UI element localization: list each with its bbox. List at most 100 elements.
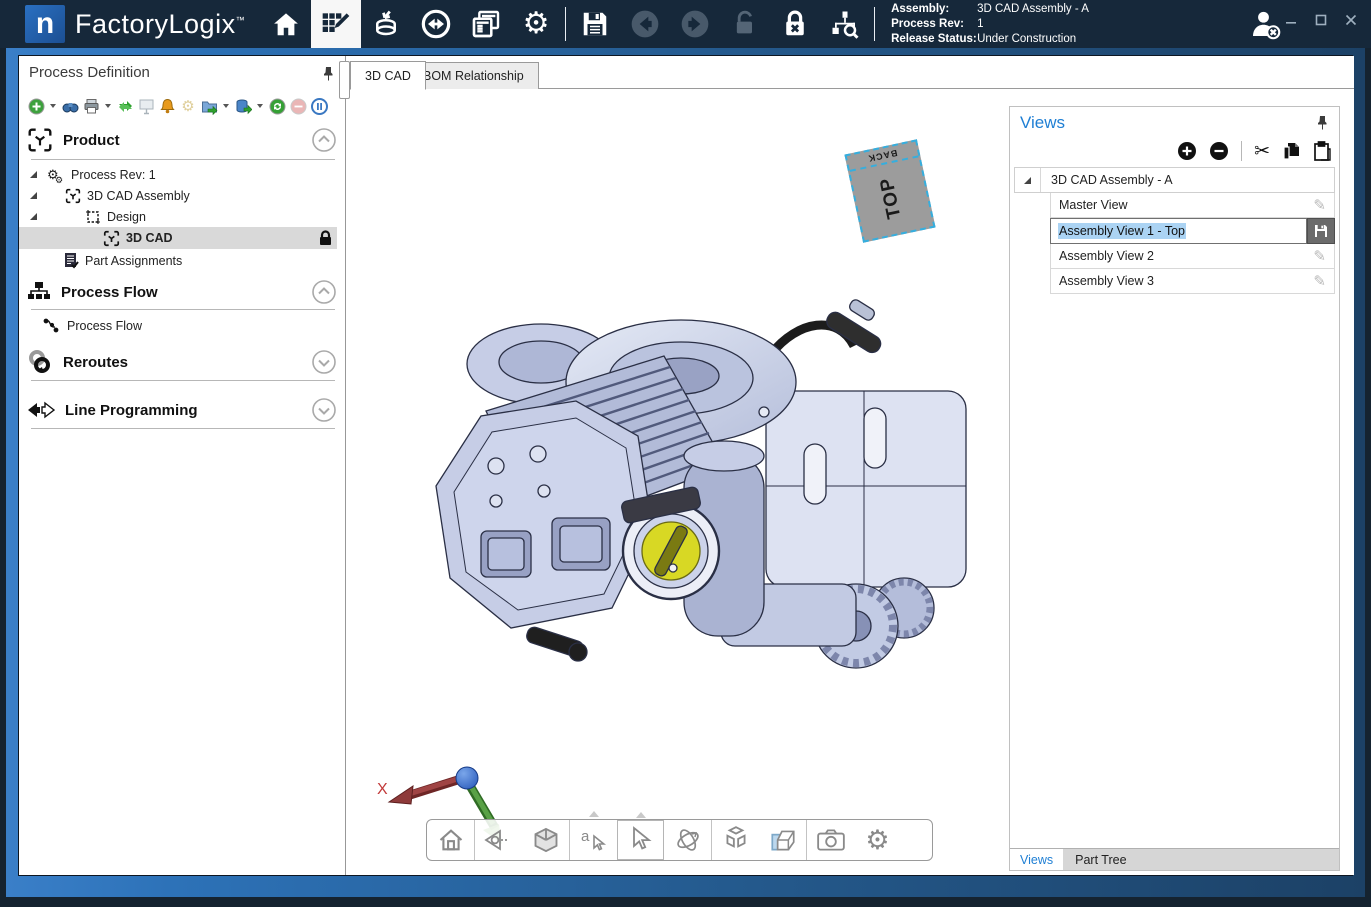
grid-pencil-icon xyxy=(320,8,352,40)
section-reroutes[interactable]: Reroutes xyxy=(27,346,337,378)
unlock-button[interactable] xyxy=(720,0,770,48)
add-button[interactable] xyxy=(27,97,45,115)
views-root-node[interactable]: 3D CAD Assembly - A xyxy=(1014,167,1335,193)
section-line-programming[interactable]: Line Programming xyxy=(27,394,337,426)
close-button[interactable] xyxy=(1345,14,1357,26)
pin-icon[interactable] xyxy=(322,66,335,81)
dropdown-caret-icon[interactable] xyxy=(50,104,56,108)
forward-button[interactable] xyxy=(670,0,720,48)
orientation-cube[interactable]: BACK TOP xyxy=(844,139,935,242)
remove-button[interactable] xyxy=(289,97,307,115)
edit-pencil-icon[interactable]: ✎ xyxy=(1313,196,1326,214)
notifications-button[interactable] xyxy=(158,97,176,115)
refresh-button[interactable] xyxy=(268,97,286,115)
expander-icon[interactable] xyxy=(29,170,39,179)
export-folder-button[interactable] xyxy=(200,97,218,115)
maximize-button[interactable] xyxy=(1315,14,1327,26)
orientation-top-face[interactable]: TOP xyxy=(850,157,933,238)
process-definition-button[interactable] xyxy=(311,0,361,48)
home-button[interactable] xyxy=(261,0,311,48)
lock-button[interactable] xyxy=(770,0,820,48)
divider xyxy=(31,159,335,160)
screenshot-button[interactable] xyxy=(807,820,854,860)
transfer-button[interactable] xyxy=(411,0,461,48)
documents-button[interactable] xyxy=(461,0,511,48)
pin-icon[interactable] xyxy=(1316,115,1329,130)
copy-button[interactable] xyxy=(1282,141,1301,161)
tree-item-process-rev[interactable]: ⚙⚙ Process Rev: 1 xyxy=(19,164,337,185)
cursor-arrow-icon xyxy=(628,826,654,854)
section-view-button[interactable] xyxy=(759,820,806,860)
back-button[interactable] xyxy=(620,0,670,48)
save-button[interactable] xyxy=(570,0,620,48)
collapse-up-button[interactable] xyxy=(311,127,337,153)
database-export-button[interactable] xyxy=(234,97,252,115)
presentation-button[interactable] xyxy=(137,97,155,115)
remove-view-button[interactable] xyxy=(1209,141,1229,161)
process-audit-button[interactable] xyxy=(820,0,870,48)
gear-pale-icon[interactable]: ⚙ xyxy=(179,97,197,115)
3d-model-engine[interactable] xyxy=(426,296,1006,716)
save-view-name-button[interactable] xyxy=(1307,218,1335,244)
label-select-button[interactable]: a xyxy=(570,820,617,860)
home-icon xyxy=(271,9,301,39)
tab-views[interactable]: Views xyxy=(1010,849,1063,870)
splitter-grip[interactable] xyxy=(339,61,350,99)
section-product[interactable]: Product xyxy=(27,124,337,156)
dropdown-caret-icon[interactable] xyxy=(223,104,229,108)
paste-button[interactable] xyxy=(1313,141,1331,161)
home-view-button[interactable] xyxy=(427,820,474,860)
cut-button[interactable]: ✂ xyxy=(1254,142,1270,161)
database-import-button[interactable] xyxy=(361,0,411,48)
view-mode-button[interactable] xyxy=(475,820,522,860)
expander-icon[interactable] xyxy=(29,212,39,221)
factorylogix-window: n FactoryLogix™ xyxy=(0,0,1371,907)
app-logo: n xyxy=(25,5,65,43)
expand-down-button[interactable] xyxy=(311,397,337,423)
settings-button[interactable]: ⚙ xyxy=(511,0,561,48)
tree-item-assembly[interactable]: 3D CAD Assembly xyxy=(19,185,337,206)
tree-item-design[interactable]: Design xyxy=(19,206,337,227)
tab-3d-cad[interactable]: 3D CAD xyxy=(350,61,426,90)
viewer-settings-button[interactable]: ⚙ xyxy=(854,820,901,860)
orbit-button[interactable] xyxy=(664,820,711,860)
view-label: Assembly View 3 xyxy=(1059,274,1154,288)
gear-icon: ⚙ xyxy=(523,9,550,39)
select-arrow-button[interactable] xyxy=(617,820,664,860)
dropdown-caret-icon[interactable] xyxy=(105,104,111,108)
expand-down-button[interactable] xyxy=(311,349,337,375)
exploded-view-button[interactable] xyxy=(712,820,759,860)
chain-links-icon xyxy=(27,349,53,375)
view-item-2[interactable]: Assembly View 2 ✎ xyxy=(1050,244,1335,269)
process-definition-panel: Process Definition ⚙ xyxy=(19,56,346,875)
tree-item-process-flow[interactable]: Process Flow xyxy=(19,315,337,337)
tab-part-tree[interactable]: Part Tree xyxy=(1063,849,1138,870)
view-item-3[interactable]: Assembly View 3 ✎ xyxy=(1050,269,1335,294)
collapse-up-button[interactable] xyxy=(311,279,337,305)
view-name-input[interactable]: Assembly View 1 - Top xyxy=(1050,218,1307,244)
section-process-flow[interactable]: Process Flow xyxy=(27,276,337,308)
swap-arrows-icon xyxy=(117,98,134,115)
add-view-button[interactable] xyxy=(1177,141,1197,161)
edit-pencil-icon[interactable]: ✎ xyxy=(1313,272,1326,290)
org-chart-icon xyxy=(27,280,51,304)
print-button[interactable] xyxy=(82,97,100,115)
tab-bom-relationship[interactable]: BOM Relationship xyxy=(408,62,539,90)
minimize-button[interactable] xyxy=(1285,14,1297,26)
find-button[interactable] xyxy=(61,97,79,115)
product-cube-icon xyxy=(27,127,53,153)
expander-icon[interactable] xyxy=(29,191,39,200)
user-button[interactable] xyxy=(1247,6,1283,42)
edit-pencil-icon[interactable]: ✎ xyxy=(1313,247,1326,265)
view-item-master[interactable]: Master View ✎ xyxy=(1050,193,1335,218)
expander-icon[interactable] xyxy=(1023,176,1032,185)
dropdown-caret-icon[interactable] xyxy=(257,104,263,108)
tree-item-part-assignments[interactable]: Part Assignments xyxy=(19,250,337,271)
divider xyxy=(31,309,335,310)
swap-button[interactable] xyxy=(116,97,134,115)
tabstrip: 3D CAD BOM Relationship xyxy=(346,56,1354,89)
tree-item-3d-cad-selected[interactable]: 3D CAD xyxy=(19,227,337,249)
pause-button[interactable] xyxy=(310,97,328,115)
shading-mode-button[interactable] xyxy=(522,820,569,860)
3d-viewport[interactable]: BACK TOP X xyxy=(346,89,1354,875)
